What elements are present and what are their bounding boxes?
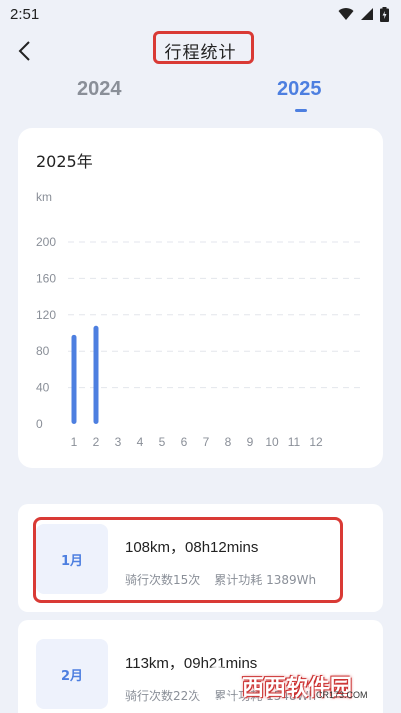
x-tick-label: 1 [71,435,78,449]
y-tick-label: 200 [36,235,56,249]
chart-card: 2025年 km 0 40 80 120 160 200 1 2 3 4 5 6 7 8 9 10 11 12 [18,128,383,468]
y-tick-label: 0 [36,417,43,431]
month-badge: 2月 [36,639,108,709]
tab-underline-indicator [295,109,307,112]
y-tick-label: 160 [36,271,56,285]
x-tick-label: 3 [115,435,122,449]
y-tick-label: 120 [36,308,56,322]
bar-chart: km040801201602001 2 3 4 5 6 7 8 9 10 11 12 [36,190,363,449]
watermark-subtext: CR173.COM [316,690,368,700]
watermark-logo-icon [196,667,238,705]
status-bar: 2:51 [0,0,401,28]
status-icons [338,6,389,22]
x-tick-label: 5 [159,435,166,449]
x-tick-label: 12 [309,435,323,449]
x-tick-label: 10 [265,435,279,449]
x-tick-label: 9 [247,435,254,449]
battery-icon [380,6,389,22]
x-tick-label: 2 [93,435,100,449]
y-tick-label: 80 [36,344,50,358]
watermark: 西西软件园 CR173.COM [196,666,386,706]
x-tick-label: 6 [181,435,188,449]
x-tick-label: 4 [137,435,144,449]
y-axis-unit-label: km [36,190,52,204]
row-highlight-box [33,517,343,603]
x-tick-label: 11 [288,435,301,449]
year-tabs: 2024 2025 [0,76,401,116]
y-tick-label: 40 [36,381,50,395]
x-tick-label: 7 [203,435,210,449]
app-header: 行程统计 [0,28,401,74]
wifi-icon [338,8,354,20]
cellular-signal-icon [361,8,373,20]
tab-year-2024[interactable]: 2024 [77,78,122,101]
status-time: 2:51 [10,5,40,23]
title-highlight-box [153,31,254,64]
x-tick-label: 8 [225,435,232,449]
ride-count: 骑行次数22次 [125,689,201,703]
tab-year-2025[interactable]: 2025 [277,78,322,101]
